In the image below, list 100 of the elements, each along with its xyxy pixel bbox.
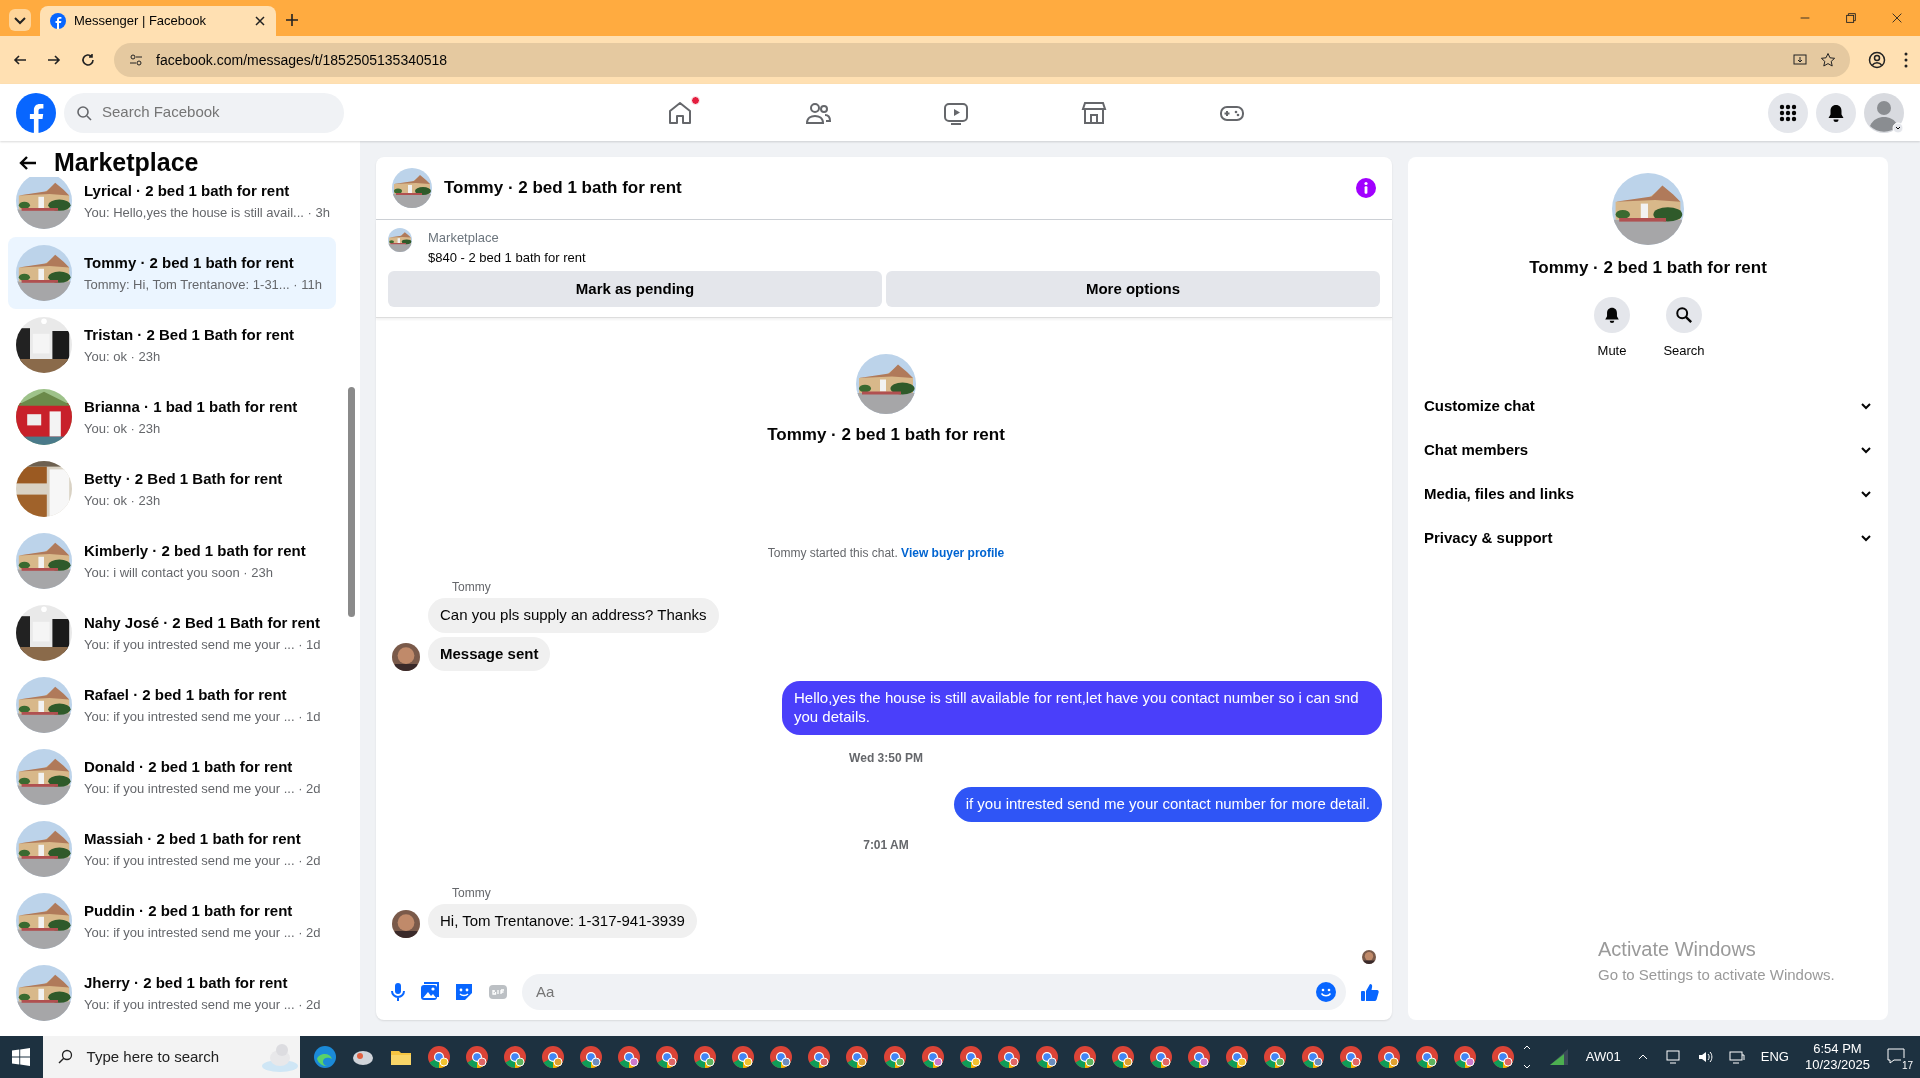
conversation-item[interactable]: Betty · 2 Bed 1 Bath for rent You: ok · 23h <box>8 453 336 525</box>
display-icon[interactable] <box>1664 1049 1681 1065</box>
chrome-icon[interactable] <box>1072 1045 1097 1069</box>
chrome-icon[interactable] <box>730 1045 755 1069</box>
chrome-icon[interactable] <box>502 1045 527 1069</box>
new-tab-icon[interactable] <box>284 12 300 28</box>
clock-date[interactable]: 10/23/2025 <box>1804 1057 1870 1074</box>
close-icon[interactable] <box>254 15 266 27</box>
chrome-icon[interactable] <box>1186 1045 1211 1069</box>
site-settings-icon[interactable] <box>128 52 144 68</box>
conversation-item[interactable]: Lyrical · 2 bed 1 bath for rent You: Hello,yes the house is still avail... · 3h <box>8 177 336 237</box>
tab-search-icon[interactable] <box>8 8 32 32</box>
chrome-icon[interactable] <box>426 1045 451 1069</box>
chat-intro-name: Tommy · 2 bed 1 bath for rent <box>767 424 1005 447</box>
chrome-icon[interactable] <box>1414 1045 1439 1069</box>
chrome-icon[interactable] <box>1262 1045 1287 1069</box>
section-toggle[interactable]: Privacy & support <box>1408 516 1888 560</box>
action-label: Search <box>1663 341 1705 360</box>
section-toggle[interactable]: Chat members <box>1408 428 1888 472</box>
facebook-logo-icon <box>50 13 66 29</box>
chrome-icon[interactable] <box>844 1045 869 1069</box>
microphone-icon[interactable] <box>390 982 406 1003</box>
listing-action-button[interactable]: Mark as pending <box>388 271 882 308</box>
conversation-item[interactable]: Puddin · 2 bed 1 bath for rent You: if you intrested send me your ... · 2d <box>8 885 336 957</box>
message-bubble: Can you pls supply an address? Thanks <box>428 597 719 633</box>
browser-tab[interactable]: Messenger | Facebook <box>40 6 276 36</box>
taskbar-search-field[interactable]: Type here to search <box>42 1036 300 1078</box>
chrome-icon[interactable] <box>1110 1045 1135 1069</box>
like-icon[interactable] <box>1360 982 1380 1003</box>
chrome-icon[interactable] <box>540 1045 565 1069</box>
buyer-profile-link[interactable]: View buyer profile <box>901 545 1005 560</box>
chrome-icon[interactable] <box>1338 1045 1363 1069</box>
language-indicator[interactable]: ENG <box>1760 1047 1789 1067</box>
chrome-icon[interactable] <box>920 1045 945 1069</box>
bell-icon <box>1826 102 1846 123</box>
menu-button[interactable] <box>1768 92 1808 133</box>
conversation-item[interactable]: Massiah · 2 bed 1 bath for rent You: if you intrested send me your ... · 2d <box>8 813 336 885</box>
edge-icon[interactable] <box>312 1045 337 1069</box>
chrome-icon[interactable] <box>1452 1045 1477 1069</box>
chrome-icon[interactable] <box>806 1045 831 1069</box>
message-bar[interactable]: Aa <box>522 974 1346 1011</box>
close-icon[interactable] <box>1890 11 1904 25</box>
facebook-logo[interactable] <box>16 92 56 133</box>
message-input[interactable]: Aa <box>534 980 1316 1005</box>
bell-icon <box>1603 305 1621 324</box>
conversation-item[interactable]: Kimberly · 2 bed 1 bath for rent You: i will contact you soon · 23h <box>8 525 336 597</box>
search-field[interactable]: Search Facebook <box>100 100 332 125</box>
search-icon <box>56 1049 73 1065</box>
reload-icon[interactable] <box>80 52 96 68</box>
install-icon[interactable] <box>1792 52 1808 68</box>
profile-icon[interactable] <box>1868 51 1886 69</box>
clock-time[interactable]: 6:54 PM <box>1813 1040 1862 1057</box>
sticker-icon[interactable] <box>454 982 474 1003</box>
conversation-preview: You: if you intrested send me your ... · 1d <box>84 635 321 654</box>
menu-icon[interactable] <box>1904 52 1908 68</box>
chrome-icon[interactable] <box>1034 1045 1059 1069</box>
search-button[interactable] <box>1666 296 1702 333</box>
network-icon[interactable] <box>1728 1049 1745 1065</box>
chrome-icon[interactable] <box>692 1045 717 1069</box>
emoji-icon[interactable] <box>1316 982 1336 1003</box>
chrome-icon[interactable] <box>958 1045 983 1069</box>
conversation-item[interactable]: Tommy · 2 bed 1 bath for rent Tommy: Hi, Tom Trentanove: 1-31... · 11h <box>8 237 336 309</box>
chrome-icon[interactable] <box>616 1045 641 1069</box>
conversation-item[interactable]: Donald · 2 bed 1 bath for rent You: if you intrested send me your ... · 2d <box>8 741 336 813</box>
conversation-preview: You: if you intrested send me your ... · 2d <box>84 779 321 798</box>
conversation-name: Betty · 2 Bed 1 Bath for rent <box>84 469 283 489</box>
notifications-button[interactable] <box>1816 92 1856 133</box>
chrome-icon[interactable] <box>654 1045 679 1069</box>
chrome-icon[interactable] <box>996 1045 1021 1069</box>
search-icon <box>1675 305 1693 324</box>
volume-icon[interactable] <box>1696 1049 1713 1065</box>
chrome-icon[interactable] <box>882 1045 907 1069</box>
chrome-icon[interactable] <box>1148 1045 1173 1069</box>
chrome-icon[interactable] <box>1490 1045 1515 1069</box>
chrome-icon[interactable] <box>464 1045 489 1069</box>
address-bar[interactable]: facebook.com/messages/t/1852505135340518 <box>114 43 1850 77</box>
section-toggle[interactable]: Customize chat <box>1408 384 1888 428</box>
conversation-item[interactable]: Nahy José · 2 Bed 1 Bath for rent You: if you intrested send me your ... · 1d <box>8 597 336 669</box>
image-icon[interactable] <box>420 982 440 1003</box>
restore-icon[interactable] <box>1844 11 1858 25</box>
search-bar[interactable]: Search Facebook <box>64 92 344 133</box>
chrome-icon[interactable] <box>1300 1045 1325 1069</box>
listing-action-button[interactable]: More options <box>886 271 1380 308</box>
conversation-name: Tristan · 2 Bed 1 Bath for rent <box>84 325 295 345</box>
star-icon[interactable] <box>1820 52 1836 68</box>
chrome-icon[interactable] <box>768 1045 793 1069</box>
chrome-icon[interactable] <box>1376 1045 1401 1069</box>
info-icon[interactable] <box>1356 178 1376 199</box>
conversation-item[interactable]: Tristan · 2 Bed 1 Bath for rent You: ok · 23h <box>8 309 336 381</box>
account-avatar[interactable] <box>1864 92 1904 133</box>
mute-button[interactable] <box>1594 296 1630 333</box>
chrome-icon[interactable] <box>578 1045 603 1069</box>
section-toggle[interactable]: Media, files and links <box>1408 472 1888 516</box>
chrome-icon[interactable] <box>1224 1045 1249 1069</box>
conversation-item[interactable]: Jherry · 2 bed 1 bath for rent You: if you intrested send me your ... · 2d <box>8 957 336 1029</box>
conversation-preview: Tommy: Hi, Tom Trentanove: 1-31... · 11h <box>84 275 322 294</box>
windows-start-icon[interactable] <box>12 1048 31 1066</box>
conversation-item[interactable]: Brianna · 1 bad 1 bath for rent You: ok · 23h <box>8 381 336 453</box>
tab-title: Messenger | Facebook <box>74 12 207 31</box>
conversation-item[interactable]: Rafael · 2 bed 1 bath for rent You: if you intrested send me your ... · 1d <box>8 669 336 741</box>
